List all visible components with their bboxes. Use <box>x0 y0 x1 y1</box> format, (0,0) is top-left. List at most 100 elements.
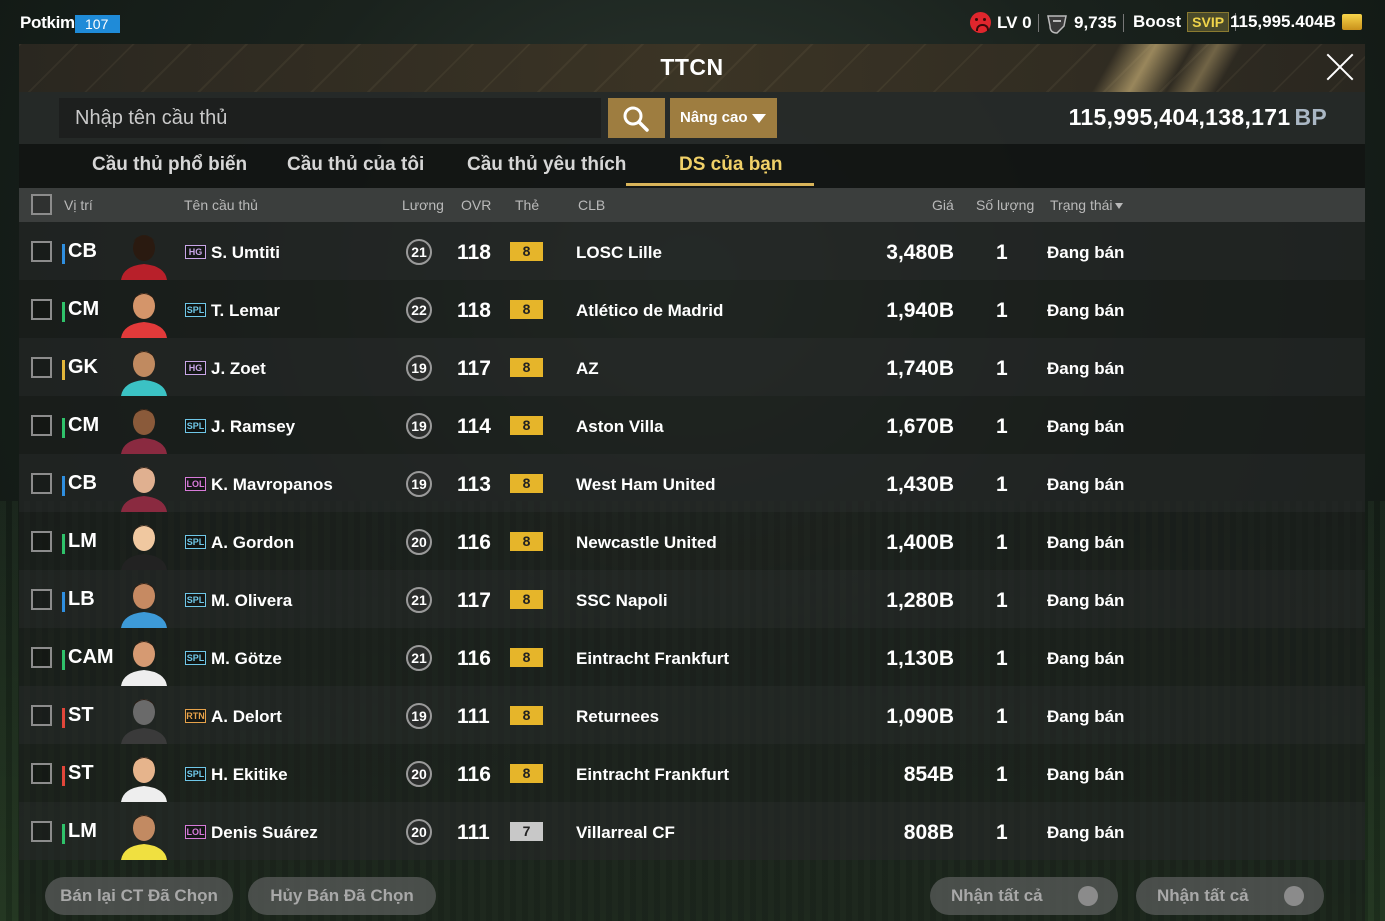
player-search-input[interactable] <box>59 98 601 138</box>
user-name: Potkim <box>20 13 75 32</box>
table-row[interactable]: LM SPL A. Gordon 20 116 8 Newcastle Unit… <box>19 512 1365 570</box>
panel-header: TTCN <box>19 44 1365 92</box>
player-club: Aston Villa <box>576 417 664 436</box>
bp-value: 115,995,404,138,171 <box>1068 104 1291 130</box>
table-row[interactable]: LM LOL Denis Suárez 20 111 7 Villarreal … <box>19 802 1365 860</box>
table-row[interactable]: ST RTN A. Delort 19 111 8 Returnees 1,09… <box>19 686 1365 744</box>
tab-my-listings[interactable]: DS của bạn <box>679 154 782 176</box>
position-color-bar <box>62 650 65 670</box>
boost-label: Boost <box>1133 12 1182 31</box>
coins-stat[interactable]: 115,995.404B <box>1230 12 1362 32</box>
listing-quantity: 1 <box>996 705 1008 728</box>
season-badge: SPL <box>185 593 206 607</box>
table-row[interactable]: CAM SPL M. Götze 21 116 8 Eintracht Fran… <box>19 628 1365 686</box>
table-row[interactable]: CM SPL T. Lemar 22 118 8 Atlético de Mad… <box>19 280 1365 338</box>
listing-quantity: 1 <box>996 241 1008 264</box>
row-checkbox[interactable] <box>31 241 52 262</box>
claim-all-coins-button[interactable]: Nhận tất cả <box>1136 877 1324 915</box>
row-checkbox[interactable] <box>31 357 52 378</box>
listing-price: 1,740B <box>886 357 954 380</box>
listing-price: 1,400B <box>886 531 954 554</box>
position-color-bar <box>62 534 65 554</box>
wage-badge: 21 <box>406 587 432 613</box>
points-stat[interactable]: 9,735 <box>1046 12 1124 34</box>
wage-badge: 20 <box>406 819 432 845</box>
row-checkbox[interactable] <box>31 763 52 784</box>
player-face-image <box>121 699 167 744</box>
listing-quantity: 1 <box>996 415 1008 438</box>
listing-status: Đang bán <box>1047 591 1125 610</box>
close-button[interactable] <box>1325 52 1355 82</box>
wage-badge: 19 <box>406 413 432 439</box>
player-face-image <box>121 815 167 860</box>
position-color-bar <box>62 592 65 612</box>
listing-quantity: 1 <box>996 821 1008 844</box>
player-club: Eintracht Frankfurt <box>576 765 730 784</box>
player-club: Villarreal CF <box>576 823 675 842</box>
row-checkbox[interactable] <box>31 473 52 494</box>
season-badge: HG <box>185 245 206 259</box>
row-checkbox[interactable] <box>31 647 52 668</box>
player-position: LM <box>68 530 97 552</box>
player-ovr: 118 <box>457 299 491 322</box>
tab-favorite-players[interactable]: Cầu thủ yêu thích <box>467 154 626 176</box>
listing-status: Đang bán <box>1047 533 1125 552</box>
player-name: M. Olivera <box>211 591 293 610</box>
player-ovr: 118 <box>457 241 491 264</box>
listing-status: Đang bán <box>1047 475 1125 494</box>
search-button[interactable] <box>608 98 665 138</box>
row-checkbox[interactable] <box>31 821 52 842</box>
bp-balance: 115,995,404,138,171 BP <box>1069 104 1327 131</box>
listing-table-body: CB HG S. Umtiti 21 118 8 LOSC Lille 3,48… <box>19 222 1365 860</box>
card-grade-badge: 8 <box>510 358 543 377</box>
row-checkbox[interactable] <box>31 589 52 610</box>
player-face-image <box>121 235 167 280</box>
player-face-image <box>121 351 167 396</box>
sort-down-icon <box>1114 203 1123 210</box>
table-row[interactable]: CB LOL K. Mavropanos 19 113 8 West Ham U… <box>19 454 1365 512</box>
table-row[interactable]: ST SPL H. Ekitike 20 116 8 Eintracht Fra… <box>19 744 1365 802</box>
coin-icon <box>1341 14 1362 30</box>
tab-popular-players[interactable]: Cầu thủ phổ biến <box>92 154 247 176</box>
player-position: CM <box>68 414 100 436</box>
cancel-selected-sale-button[interactable]: Hủy Bán Đã Chọn <box>248 877 436 915</box>
shirt-icon <box>1078 886 1098 906</box>
lv-stat[interactable]: LV 0 <box>970 12 1039 33</box>
listing-price: 808B <box>903 821 954 844</box>
svip-badge: SVIP <box>1187 12 1230 32</box>
select-all-checkbox[interactable] <box>31 194 52 215</box>
wage-badge: 20 <box>406 761 432 787</box>
player-club: Newcastle United <box>576 533 717 552</box>
wage-badge: 21 <box>406 645 432 671</box>
user-level-badge: 107 <box>75 15 120 33</box>
position-color-bar <box>62 302 65 322</box>
row-checkbox[interactable] <box>31 299 52 320</box>
card-grade-badge: 8 <box>510 242 543 261</box>
table-row[interactable]: CB HG S. Umtiti 21 118 8 LOSC Lille 3,48… <box>19 222 1365 280</box>
table-row[interactable]: CM SPL J. Ramsey 19 114 8 Aston Villa 1,… <box>19 396 1365 454</box>
tab-my-players[interactable]: Cầu thủ của tôi <box>287 154 424 176</box>
table-row[interactable]: GK HG J. Zoet 19 117 8 AZ 1,740B 1 Đang … <box>19 338 1365 396</box>
table-row[interactable]: LB SPL M. Olivera 21 117 8 SSC Napoli 1,… <box>19 570 1365 628</box>
listing-quantity: 1 <box>996 763 1008 786</box>
card-grade-badge: 8 <box>510 300 543 319</box>
claim-all-players-button[interactable]: Nhận tất cả <box>930 877 1118 915</box>
listing-quantity: 1 <box>996 357 1008 380</box>
row-checkbox[interactable] <box>31 415 52 436</box>
boost-stat[interactable]: Boost SVIP <box>1133 12 1237 32</box>
listing-status: Đang bán <box>1047 243 1125 262</box>
player-name: A. Delort <box>211 707 282 726</box>
player-ovr: 117 <box>457 589 491 612</box>
resell-selected-button[interactable]: Bán lại CT Đã Chọn <box>45 877 233 915</box>
listing-status: Đang bán <box>1047 765 1125 784</box>
divider <box>1122 14 1124 32</box>
listing-quantity: 1 <box>996 647 1008 670</box>
row-checkbox[interactable] <box>31 531 52 552</box>
col-status-sort[interactable]: Trạng thái <box>1050 197 1123 213</box>
position-color-bar <box>62 476 65 496</box>
row-checkbox[interactable] <box>31 705 52 726</box>
player-position: LB <box>68 588 95 610</box>
player-position: CM <box>68 298 100 320</box>
advanced-filter-button[interactable]: Nâng cao <box>670 98 777 138</box>
player-face-image <box>121 757 167 802</box>
